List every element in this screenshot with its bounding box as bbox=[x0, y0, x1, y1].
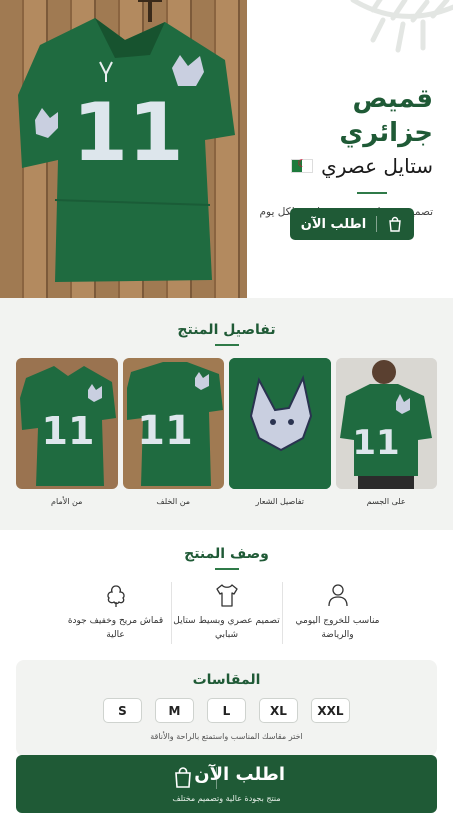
thumbnail-row: 11 11 11 bbox=[16, 358, 437, 489]
hero-text-block: قميص جزائري ستايل عصري تصميم بسيط • مريح… bbox=[255, 82, 433, 218]
hero-order-label: اطلب الآن bbox=[300, 216, 367, 232]
person-icon bbox=[327, 584, 348, 607]
size-option-xxl[interactable]: XXL bbox=[311, 698, 350, 723]
hero-title: قميص جزائري bbox=[339, 84, 433, 148]
tshirt-icon bbox=[215, 584, 238, 607]
size-option-l[interactable]: L bbox=[207, 698, 246, 723]
caption-front: من الأمام bbox=[51, 497, 83, 506]
caption-on-body: على الجسم bbox=[366, 497, 406, 506]
details-title-underline bbox=[214, 344, 239, 346]
algeria-flag-icon bbox=[291, 157, 314, 173]
hero-order-button[interactable]: اطلب الآن bbox=[290, 208, 414, 240]
sizes-title: المقاسات bbox=[192, 672, 261, 688]
description-title: وصف المنتج bbox=[184, 546, 269, 562]
button-separator bbox=[376, 216, 378, 232]
hero-subtitle-row: ستايل عصري bbox=[255, 154, 433, 178]
feature-list: قماش مريح وخفيف جودة عالية تصميم عصري وب… bbox=[60, 578, 393, 644]
size-options: S M L XL XXL bbox=[16, 698, 437, 723]
size-option-s[interactable]: S bbox=[103, 698, 142, 723]
jersey-number: 11 bbox=[72, 86, 183, 179]
hero-subtitle: ستايل عصري bbox=[321, 154, 433, 178]
thumb-front[interactable]: 11 bbox=[16, 358, 118, 489]
order-now-subtext: منتج بجودة عالية وتصميم مختلف bbox=[172, 794, 281, 803]
feature-design: تصميم عصري وبسيط ستايل شبابي bbox=[171, 578, 282, 644]
thumb-back[interactable]: 11 bbox=[122, 358, 224, 489]
thumb-number: 11 bbox=[352, 423, 399, 463]
size-option-m[interactable]: M bbox=[155, 698, 194, 723]
thumb-on-body[interactable]: 11 bbox=[335, 358, 437, 489]
caption-logo: تفاصيل الشعار bbox=[255, 497, 304, 506]
hero-divider bbox=[357, 192, 387, 194]
cta-separator bbox=[216, 767, 217, 789]
feature-usage-text: مناسب للخروج اليومي والرياضة bbox=[295, 616, 380, 640]
feature-fabric-text: قماش مريح وخفيف جودة عالية bbox=[67, 616, 164, 640]
hero-jersey-photo: 11 bbox=[0, 0, 247, 298]
order-now-button[interactable]: اطلب الآن منتج بجودة عالية وتصميم مختلف bbox=[16, 755, 437, 813]
size-option-xl[interactable]: XL bbox=[259, 698, 298, 723]
thumb-logo[interactable] bbox=[229, 358, 331, 489]
description-title-underline bbox=[214, 568, 239, 570]
feature-usage: مناسب للخروج اليومي والرياضة bbox=[282, 578, 393, 644]
feature-design-text: تصميم عصري وبسيط ستايل شبابي bbox=[173, 616, 280, 640]
sizes-section: المقاسات S M L XL XXL اختر مقاسك المناسب… bbox=[16, 660, 437, 756]
shopping-bag-icon bbox=[175, 767, 191, 788]
product-description-section: وصف المنتج قماش مريح وخفيف جودة عالية تص… bbox=[0, 530, 453, 658]
size-hint: اختر مقاسك المناسب واستمتع بالراحة والأن… bbox=[150, 732, 303, 741]
hero-section: 11 قميص جزائري ستايل عصري تصميم بسيط • م… bbox=[0, 0, 453, 298]
leaf-shadow-decoration bbox=[350, 0, 453, 53]
details-title: تفاصيل المنتج bbox=[177, 322, 276, 338]
cotton-icon bbox=[106, 585, 125, 607]
caption-back: من الخلف bbox=[156, 497, 191, 506]
order-now-label: اطلب الآن bbox=[194, 764, 285, 785]
thumbnail-captions: من الأمام من الخلف تفاصيل الشعار على الج… bbox=[16, 497, 437, 506]
shopping-bag-icon bbox=[389, 216, 402, 232]
feature-fabric: قماش مريح وخفيف جودة عالية bbox=[60, 578, 171, 642]
thumb-number: 11 bbox=[42, 409, 95, 453]
product-details-section: تفاصيل المنتج 11 11 11 من الأمام من الخل… bbox=[0, 298, 453, 530]
thumb-number: 11 bbox=[137, 408, 193, 454]
